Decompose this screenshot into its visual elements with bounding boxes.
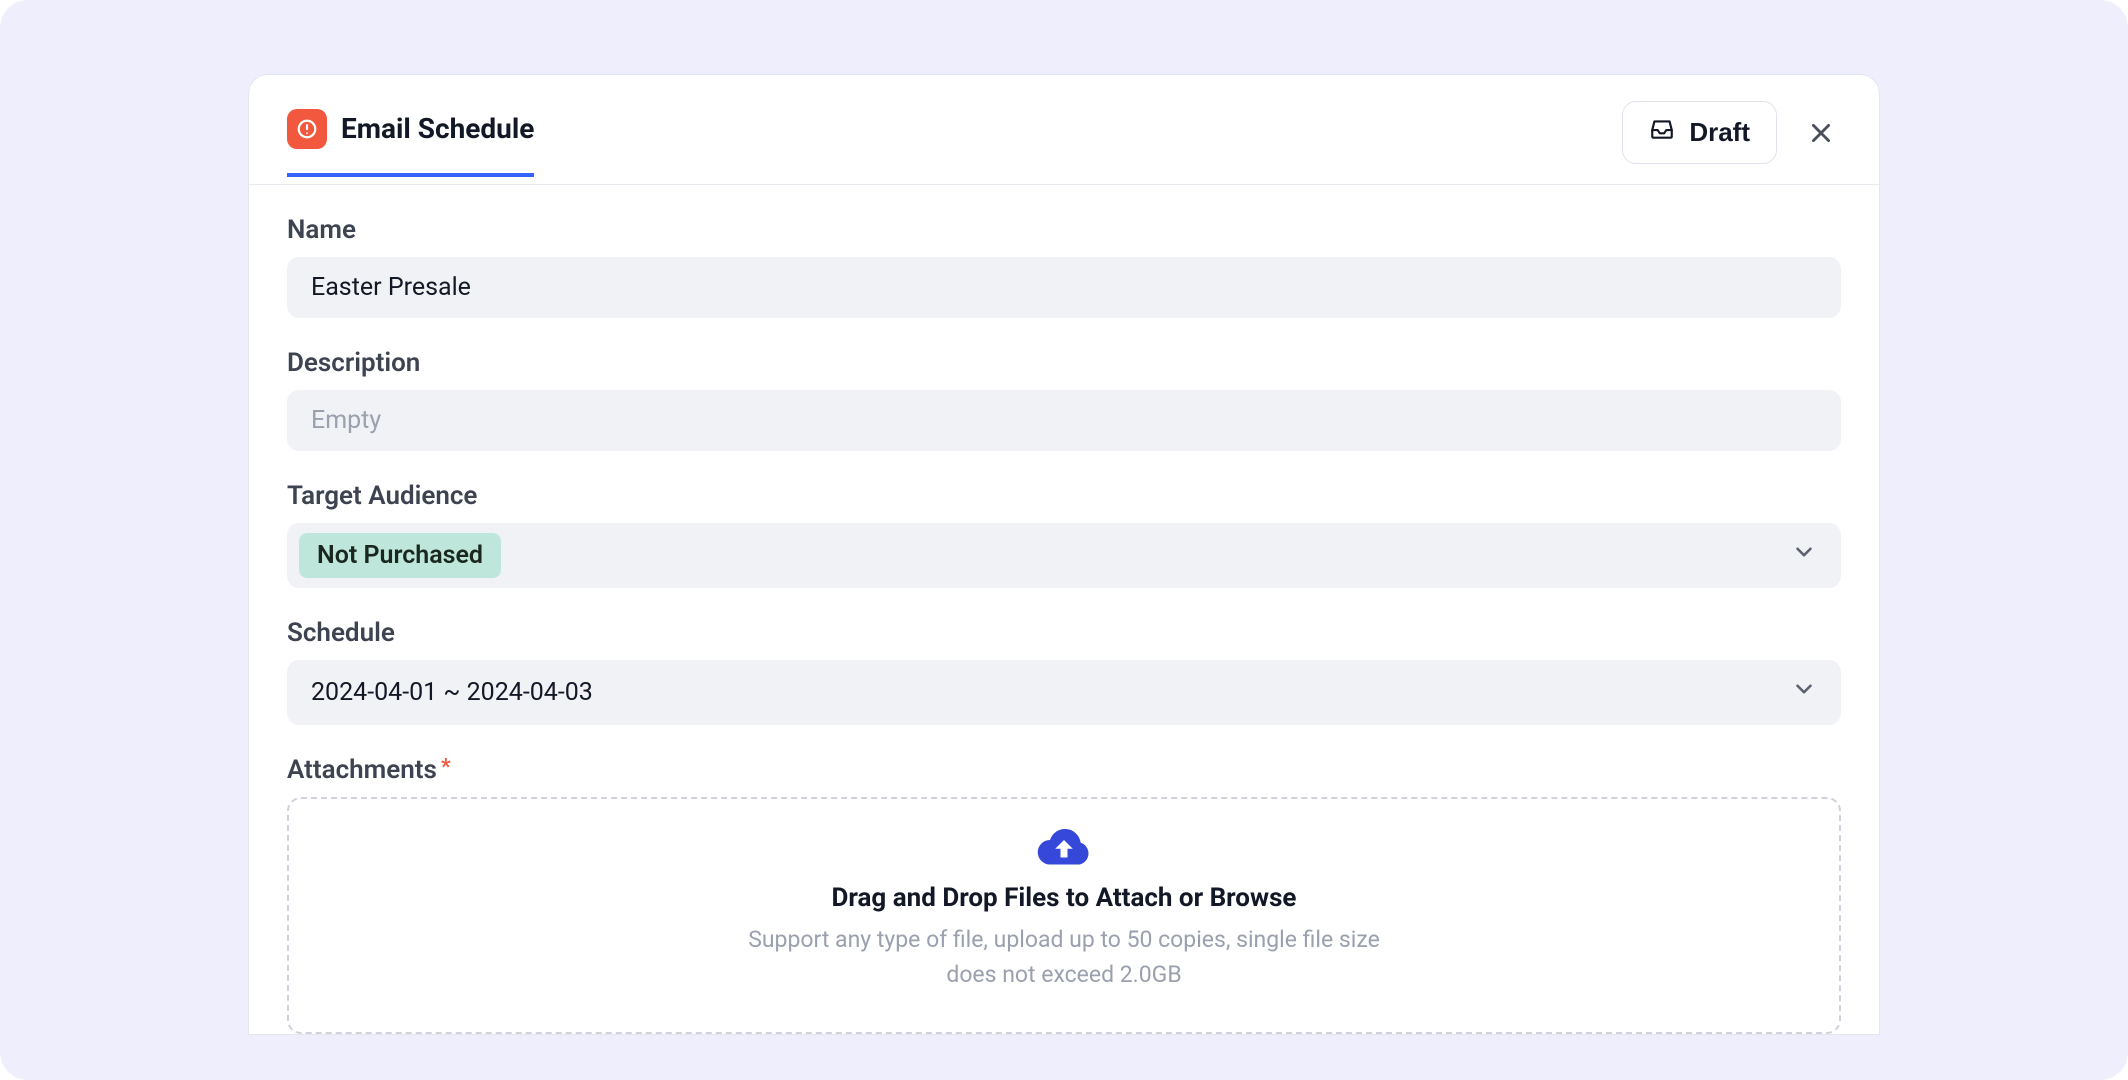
dropzone-title: Drag and Drop Files to Attach or Browse <box>309 883 1819 913</box>
description-input[interactable]: Empty <box>287 390 1841 451</box>
close-icon <box>1808 120 1834 146</box>
attachments-dropzone[interactable]: Drag and Drop Files to Attach or Browse … <box>287 797 1841 1034</box>
draft-label: Draft <box>1689 117 1750 148</box>
required-asterisk: * <box>441 755 451 780</box>
field-description: Description Empty <box>287 348 1841 451</box>
header-actions: Draft <box>1622 101 1841 184</box>
panel-body: Name Easter Presale Description Empty Ta… <box>249 185 1879 1034</box>
name-value: Easter Presale <box>311 273 471 302</box>
attachments-label: Attachments* <box>287 755 1841 785</box>
close-button[interactable] <box>1801 113 1841 153</box>
audience-select[interactable]: Not Purchased <box>287 523 1841 588</box>
audience-chip: Not Purchased <box>299 533 501 578</box>
field-schedule: Schedule 2024-04-01 ~ 2024-04-03 <box>287 618 1841 725</box>
field-audience: Target Audience Not Purchased <box>287 481 1841 588</box>
schedule-select[interactable]: 2024-04-01 ~ 2024-04-03 <box>287 660 1841 725</box>
description-label: Description <box>287 348 1841 378</box>
attachments-label-text: Attachments <box>287 755 437 785</box>
draft-button[interactable]: Draft <box>1622 101 1777 164</box>
inbox-icon <box>1649 116 1675 149</box>
chevron-down-icon <box>1791 539 1817 572</box>
panel-header: Email Schedule Draft <box>249 75 1879 185</box>
tab-email-schedule[interactable]: Email Schedule <box>287 109 534 177</box>
audience-label: Target Audience <box>287 481 1841 511</box>
email-schedule-panel: Email Schedule Draft <box>248 74 1880 1035</box>
cloud-upload-icon <box>309 825 1819 873</box>
page-background: Email Schedule Draft <box>0 0 2128 1080</box>
chevron-down-icon <box>1791 676 1817 709</box>
name-label: Name <box>287 215 1841 245</box>
dropzone-subtitle: Support any type of file, upload up to 5… <box>724 923 1404 992</box>
field-attachments: Attachments* Drag and Drop Files to Atta… <box>287 755 1841 1034</box>
schedule-label: Schedule <box>287 618 1841 648</box>
name-input[interactable]: Easter Presale <box>287 257 1841 318</box>
tab-title: Email Schedule <box>341 112 534 145</box>
field-name: Name Easter Presale <box>287 215 1841 318</box>
description-placeholder: Empty <box>311 406 381 435</box>
alert-icon <box>287 109 327 149</box>
schedule-value: 2024-04-01 ~ 2024-04-03 <box>311 678 593 707</box>
